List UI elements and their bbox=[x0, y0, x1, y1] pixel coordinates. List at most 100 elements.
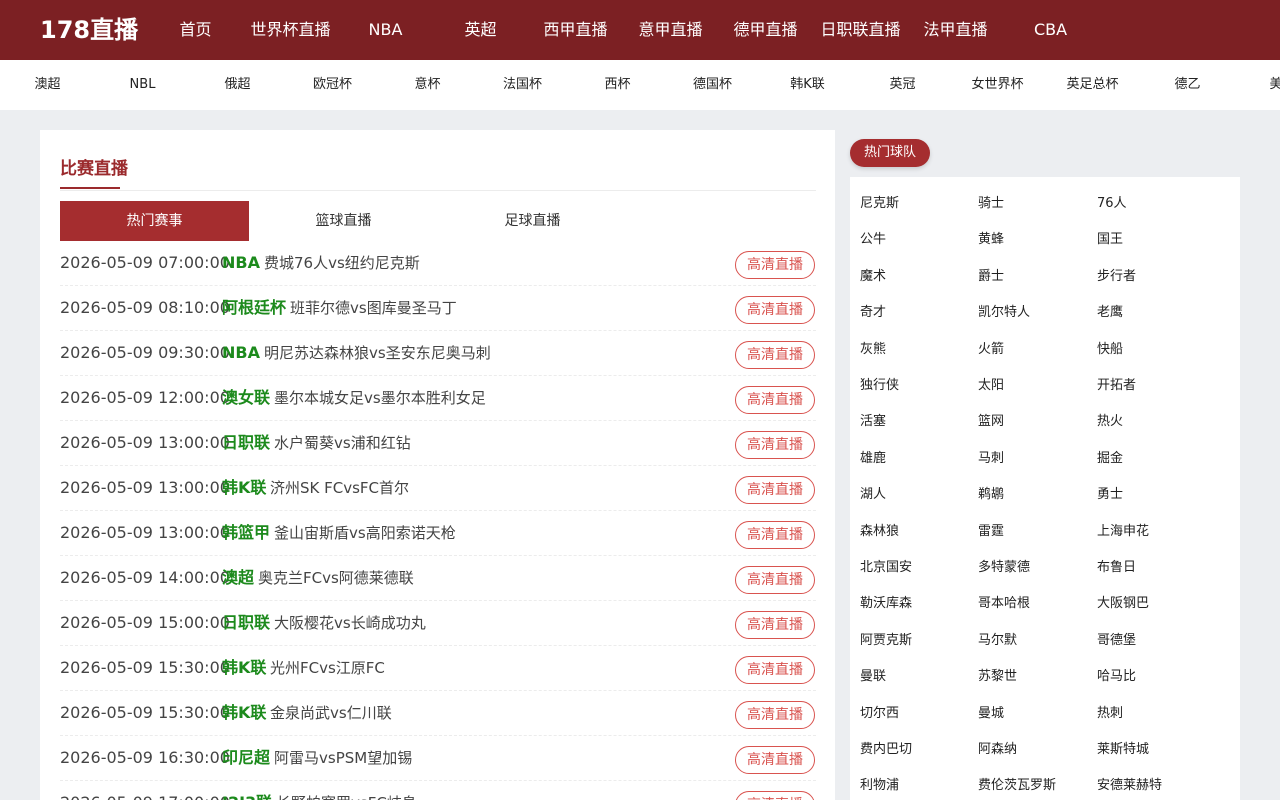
match-row[interactable]: 2026-05-09 13:00:00 韩篮甲 釜山宙斯盾vs高阳索诺天枪 高清直播 bbox=[60, 511, 816, 556]
team-link[interactable]: 热刺 bbox=[1097, 704, 1123, 724]
match-league[interactable]: 韩K联 bbox=[222, 691, 266, 735]
team-link[interactable]: 莱斯特城 bbox=[1097, 740, 1149, 760]
team-link[interactable]: 阿贾克斯 bbox=[860, 631, 912, 651]
team-link[interactable]: 步行者 bbox=[1097, 267, 1136, 287]
team-link[interactable]: 独行侠 bbox=[860, 376, 899, 396]
live-stream-button[interactable]: 高清直播 bbox=[735, 251, 815, 279]
match-row[interactable]: 2026-05-09 16:30:00 印尼超 阿雷马vsPSM望加锡 高清直播 bbox=[60, 736, 816, 781]
league-nav-item[interactable]: 法国杯 bbox=[475, 60, 570, 110]
top-nav-item[interactable]: 首页 bbox=[148, 0, 243, 60]
live-stream-button[interactable]: 高清直播 bbox=[735, 746, 815, 774]
team-link[interactable]: 国王 bbox=[1097, 230, 1123, 250]
match-league[interactable]: 日职联 bbox=[222, 601, 270, 645]
match-row[interactable]: 2026-05-09 07:00:00 NBA 费城76人vs纽约尼克斯 高清直播 bbox=[60, 241, 816, 286]
team-link[interactable]: 哥德堡 bbox=[1097, 631, 1136, 651]
team-link[interactable]: 雄鹿 bbox=[860, 449, 886, 469]
live-stream-button[interactable]: 高清直播 bbox=[735, 431, 815, 459]
team-link[interactable]: 马刺 bbox=[978, 449, 1004, 469]
tab-2[interactable]: 足球直播 bbox=[438, 201, 627, 241]
league-nav-item[interactable]: 西杯 bbox=[570, 60, 665, 110]
live-stream-button[interactable]: 高清直播 bbox=[735, 611, 815, 639]
match-row[interactable]: 2026-05-09 15:30:00 韩K联 金泉尚武vs仁川联 高清直播 bbox=[60, 691, 816, 736]
team-link[interactable]: 苏黎世 bbox=[978, 667, 1017, 687]
match-teams[interactable]: 金泉尚武vs仁川联 bbox=[270, 691, 392, 735]
match-league[interactable]: NBA bbox=[222, 331, 260, 375]
league-nav-item[interactable]: 韩K联 bbox=[760, 60, 855, 110]
league-nav-item[interactable]: 意杯 bbox=[380, 60, 475, 110]
team-link[interactable]: 哥本哈根 bbox=[978, 594, 1030, 614]
match-league[interactable]: 韩篮甲 bbox=[222, 511, 270, 555]
match-league[interactable]: 韩K联 bbox=[222, 646, 266, 690]
top-nav-item[interactable]: 西甲直播 bbox=[528, 0, 623, 60]
top-nav-item[interactable]: 意甲直播 bbox=[623, 0, 718, 60]
league-nav-item[interactable]: 女世界杯 bbox=[950, 60, 1045, 110]
team-link[interactable]: 费伦茨瓦罗斯 bbox=[978, 776, 1056, 796]
match-row[interactable]: 2026-05-09 17:00:00J2J3联长野帕塞罗vsFC岐阜高清直播 bbox=[60, 781, 816, 800]
team-link[interactable]: 勒沃库森 bbox=[860, 594, 912, 614]
top-nav-item[interactable]: 法甲直播 bbox=[908, 0, 1003, 60]
team-link[interactable]: 爵士 bbox=[978, 267, 1004, 287]
team-link[interactable]: 安德莱赫特 bbox=[1097, 776, 1162, 796]
match-teams[interactable]: 班菲尔德vs图库曼圣马丁 bbox=[290, 286, 457, 330]
top-nav-item[interactable]: 世界杯直播 bbox=[243, 0, 338, 60]
top-nav-item[interactable]: CBA bbox=[1003, 0, 1098, 60]
team-link[interactable]: 曼城 bbox=[978, 704, 1004, 724]
team-link[interactable]: 上海申花 bbox=[1097, 522, 1149, 542]
top-nav-item[interactable]: 德甲直播 bbox=[718, 0, 813, 60]
team-link[interactable]: 布鲁日 bbox=[1097, 558, 1136, 578]
match-league[interactable]: J2J3联 bbox=[222, 781, 272, 800]
league-nav-item[interactable]: 德国杯 bbox=[665, 60, 760, 110]
match-league[interactable]: 阿根廷杯 bbox=[222, 286, 286, 330]
match-teams[interactable]: 阿雷马vsPSM望加锡 bbox=[274, 736, 412, 780]
live-stream-button[interactable]: 高清直播 bbox=[735, 296, 815, 324]
team-link[interactable]: 快船 bbox=[1097, 340, 1123, 360]
tab-0[interactable]: 热门赛事 bbox=[60, 201, 249, 241]
team-link[interactable]: 湖人 bbox=[860, 485, 886, 505]
match-teams[interactable]: 明尼苏达森林狼vs圣安东尼奥马刺 bbox=[264, 331, 491, 375]
team-link[interactable]: 雷霆 bbox=[978, 522, 1004, 542]
league-nav-item[interactable]: 澳超 bbox=[0, 60, 95, 110]
match-teams[interactable]: 奥克兰FCvs阿德莱德联 bbox=[258, 556, 414, 600]
live-stream-button[interactable]: 高清直播 bbox=[735, 521, 815, 549]
team-link[interactable]: 哈马比 bbox=[1097, 667, 1136, 687]
team-link[interactable]: 太阳 bbox=[978, 376, 1004, 396]
team-link[interactable]: 凯尔特人 bbox=[978, 303, 1030, 323]
team-link[interactable]: 多特蒙德 bbox=[978, 558, 1030, 578]
league-nav-item[interactable]: 英足总杯 bbox=[1045, 60, 1140, 110]
match-league[interactable]: 印尼超 bbox=[222, 736, 270, 780]
live-stream-button[interactable]: 高清直播 bbox=[735, 656, 815, 684]
match-row[interactable]: 2026-05-09 12:00:00 澳女联 墨尔本城女足vs墨尔本胜利女足 高清直… bbox=[60, 376, 816, 421]
match-row[interactable]: 2026-05-09 13:00:00 日职联 水户蜀葵vs浦和红钻 高清直播 bbox=[60, 421, 816, 466]
team-link[interactable]: 利物浦 bbox=[860, 776, 899, 796]
top-nav-item[interactable]: 英超 bbox=[433, 0, 528, 60]
team-link[interactable]: 灰熊 bbox=[860, 340, 886, 360]
live-stream-button[interactable]: 高清直播 bbox=[735, 566, 815, 594]
live-stream-button[interactable]: 高清直播 bbox=[735, 386, 815, 414]
league-nav-item[interactable]: NBL bbox=[95, 60, 190, 110]
site-logo[interactable]: 178直播 bbox=[40, 12, 138, 48]
match-teams[interactable]: 长野帕塞罗vsFC岐阜 bbox=[276, 781, 417, 800]
match-row[interactable]: 2026-05-09 08:10:00 阿根廷杯 班菲尔德vs图库曼圣马丁 高清直播 bbox=[60, 286, 816, 331]
match-teams[interactable]: 济州SK FCvsFC首尔 bbox=[270, 466, 409, 510]
team-link[interactable]: 公牛 bbox=[860, 230, 886, 250]
team-link[interactable]: 篮网 bbox=[978, 412, 1004, 432]
team-link[interactable]: 老鹰 bbox=[1097, 303, 1123, 323]
league-nav-item[interactable]: 德乙 bbox=[1140, 60, 1235, 110]
team-link[interactable]: 热火 bbox=[1097, 412, 1123, 432]
match-teams[interactable]: 光州FCvs江原FC bbox=[270, 646, 385, 690]
league-nav-item[interactable]: 美职 bbox=[1235, 60, 1280, 110]
team-link[interactable]: 黄蜂 bbox=[978, 230, 1004, 250]
team-link[interactable]: 活塞 bbox=[860, 412, 886, 432]
team-link[interactable]: 大阪钢巴 bbox=[1097, 594, 1149, 614]
team-link[interactable]: 魔术 bbox=[860, 267, 886, 287]
team-link[interactable]: 马尔默 bbox=[978, 631, 1017, 651]
team-link[interactable]: 76人 bbox=[1097, 194, 1127, 214]
team-link[interactable]: 勇士 bbox=[1097, 485, 1123, 505]
match-teams[interactable]: 釜山宙斯盾vs高阳索诺天枪 bbox=[274, 511, 456, 555]
top-nav-item[interactable]: NBA bbox=[338, 0, 433, 60]
match-row[interactable]: 2026-05-09 13:00:00 韩K联 济州SK FCvsFC首尔 高清直播 bbox=[60, 466, 816, 511]
match-league[interactable]: 澳超 bbox=[222, 556, 254, 600]
match-teams[interactable]: 水户蜀葵vs浦和红钻 bbox=[274, 421, 411, 465]
league-nav-item[interactable]: 俄超 bbox=[190, 60, 285, 110]
match-teams[interactable]: 大阪樱花vs长崎成功丸 bbox=[274, 601, 426, 645]
